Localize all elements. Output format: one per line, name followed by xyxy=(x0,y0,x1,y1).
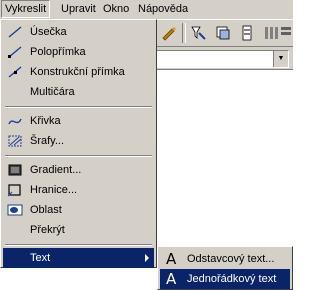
pencil-icon[interactable] xyxy=(160,24,178,42)
menu-item-label: Multičára xyxy=(30,86,75,98)
menu-item-text[interactable]: Text xyxy=(3,248,154,268)
menu-item-gradient[interactable]: Gradient... xyxy=(3,160,154,180)
menu-item-label: Oblast xyxy=(30,204,62,216)
line-icon xyxy=(8,26,22,38)
gradient-icon xyxy=(8,164,22,176)
menu-bar: Vykreslit Upravit Okno Nápověda xyxy=(0,0,293,20)
submenu-item-label: Odstavcový text... xyxy=(187,253,275,265)
menu-item-polopřímka[interactable]: Polopřímka xyxy=(3,42,154,62)
menu-separator xyxy=(5,106,152,108)
bars-icon[interactable] xyxy=(279,24,293,42)
columns-icon[interactable] xyxy=(262,24,280,42)
construction-line-icon xyxy=(8,66,22,78)
menu-napoveda[interactable]: Nápověda xyxy=(135,1,191,17)
layers-icon[interactable] xyxy=(214,24,232,42)
toolbar-separator xyxy=(182,23,186,43)
menu-item-label: Křivka xyxy=(30,115,61,127)
submenu-item-odstavcovy-text[interactable]: A Odstavcový text... xyxy=(160,249,290,269)
menu-item-srafy[interactable]: Šrafy... xyxy=(3,131,154,151)
stack-icon[interactable] xyxy=(238,24,256,42)
text-a-icon: A xyxy=(166,250,177,268)
draw-menu: Úsečka Polopřímka Konstrukční přímka Mul… xyxy=(0,19,157,268)
boundary-icon xyxy=(7,184,21,197)
menu-separator xyxy=(5,244,152,246)
menu-item-hranice[interactable]: Hranice... xyxy=(3,180,154,200)
text-submenu: A Odstavcový text... A Jednořádkový text xyxy=(157,246,293,290)
menu-item-label: Hranice... xyxy=(30,184,78,196)
submenu-arrow-icon xyxy=(145,254,149,262)
ray-icon xyxy=(8,46,22,58)
menu-item-oblast[interactable]: Oblast xyxy=(3,200,154,220)
filter-icon[interactable] xyxy=(190,24,208,42)
menu-item-krivka[interactable]: Křivka xyxy=(3,111,154,131)
menu-okno[interactable]: Okno xyxy=(100,1,132,17)
menu-item-konstrukcni-primka[interactable]: Konstrukční přímka xyxy=(3,62,154,82)
hatch-icon xyxy=(8,135,22,147)
style-combo[interactable]: ▼ xyxy=(150,50,289,68)
menu-item-label: Gradient... xyxy=(30,164,82,176)
menu-item-multicara[interactable]: Multičára xyxy=(3,82,154,102)
region-icon xyxy=(7,204,23,216)
spline-icon xyxy=(8,118,22,125)
combo-dropdown-button[interactable]: ▼ xyxy=(273,51,288,67)
menu-item-label: Úsečka xyxy=(30,26,67,38)
menu-item-label: Šrafy... xyxy=(30,135,65,147)
menu-separator xyxy=(5,155,152,157)
menu-upravit[interactable]: Upravit xyxy=(58,1,99,17)
menu-item-label: Překrýt xyxy=(30,224,65,236)
submenu-item-label: Jednořádkový text xyxy=(187,273,277,285)
menu-vykreslit[interactable]: Vykreslit xyxy=(1,0,51,18)
submenu-item-jednoradkovy-text[interactable]: A Jednořádkový text xyxy=(160,269,290,289)
menu-item-label: Konstrukční přímka xyxy=(30,66,125,78)
menu-item-label: Polopřímka xyxy=(30,46,86,58)
menu-item-usecka[interactable]: Úsečka xyxy=(3,22,154,42)
menu-item-prekryt[interactable]: Překrýt xyxy=(3,220,154,240)
text-a-icon: A xyxy=(166,270,177,288)
menu-item-label: Text xyxy=(30,252,51,264)
